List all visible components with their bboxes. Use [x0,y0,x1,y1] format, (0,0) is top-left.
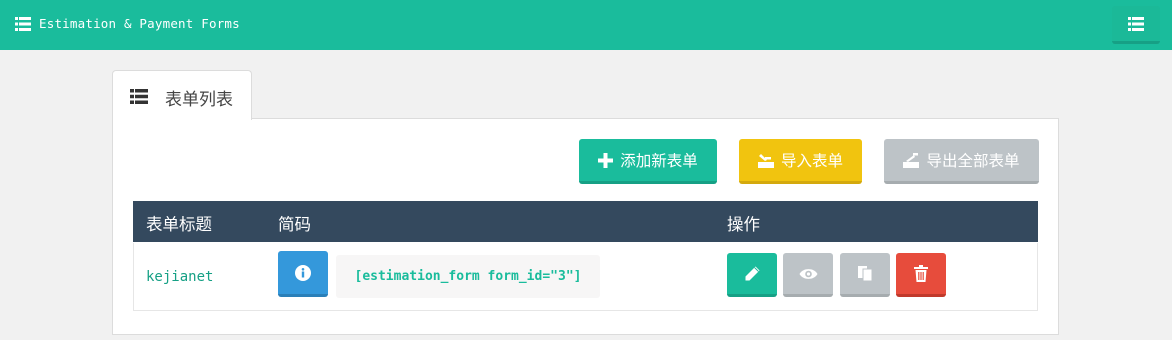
form-title-cell: kejianet [146,269,214,285]
table-header: 表单标题 简码 操作 [133,201,1038,242]
shortcode-field[interactable]: [estimation_form form_id="3"] [336,255,600,298]
export-all-button[interactable]: 导出全部表单 [884,139,1039,184]
app-title: Estimation & Payment Forms [39,16,240,31]
export-all-label: 导出全部表单 [926,152,1020,170]
column-header-actions: 操作 [727,215,760,234]
import-icon [757,153,774,168]
import-form-label: 导入表单 [780,152,843,170]
import-form-button[interactable]: 导入表单 [739,139,862,184]
column-header-title: 表单标题 [146,215,212,234]
edit-button[interactable] [727,253,777,297]
column-header-shortcode: 简码 [278,215,311,234]
preview-button[interactable] [783,253,833,297]
list-icon [1128,16,1144,31]
list-icon [15,17,31,31]
menu-button[interactable] [1112,6,1160,44]
tab-label: 表单列表 [165,90,233,110]
trash-icon [914,265,928,282]
info-icon [295,264,311,281]
delete-button[interactable] [896,253,946,297]
add-form-button[interactable]: 添加新表单 [579,139,717,184]
copy-icon [858,266,873,282]
list-icon [130,89,148,104]
tab-form-list[interactable]: 表单列表 [112,70,252,120]
add-form-label: 添加新表单 [620,152,698,170]
duplicate-button[interactable] [840,253,890,297]
plus-icon [598,152,614,168]
pencil-icon [745,266,759,281]
info-button[interactable] [278,251,328,297]
export-icon [903,152,920,168]
top-bar: Estimation & Payment Forms [0,0,1172,50]
eye-icon [799,268,817,279]
